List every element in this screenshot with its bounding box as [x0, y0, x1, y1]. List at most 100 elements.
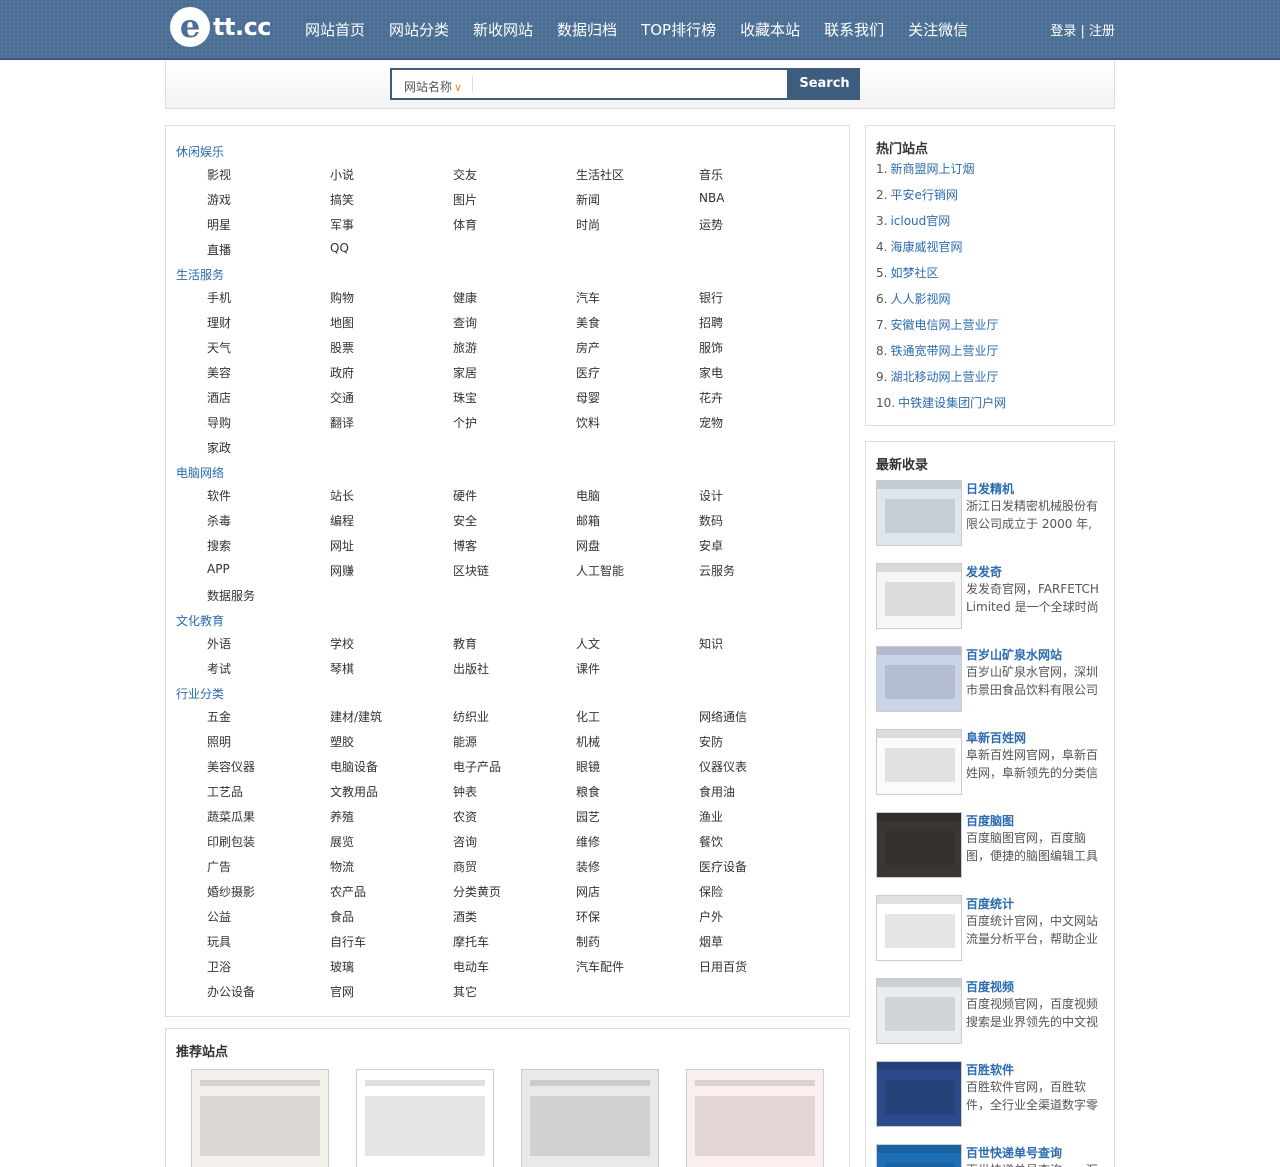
hot-site-link[interactable]: 安徽电信网上营业厅 [890, 318, 998, 332]
category-link[interactable]: 宠物 [699, 414, 723, 431]
category-link[interactable]: 地图 [330, 314, 354, 331]
category-link[interactable]: 电子产品 [453, 758, 501, 775]
recommended-site-thumbnail[interactable] [356, 1069, 494, 1167]
category-link[interactable]: 服饰 [699, 339, 723, 356]
category-link[interactable]: 手机 [207, 289, 231, 306]
category-link[interactable]: 导购 [207, 414, 231, 431]
category-link[interactable]: 农资 [453, 808, 477, 825]
category-link[interactable]: 时尚 [576, 216, 600, 233]
site-thumbnail[interactable] [876, 563, 962, 629]
category-link[interactable]: 博客 [453, 537, 477, 554]
category-link[interactable]: 学校 [330, 635, 354, 652]
category-link[interactable]: 编程 [330, 512, 354, 529]
category-link[interactable]: 个护 [453, 414, 477, 431]
latest-site-title[interactable]: 百世快递单号查询 [966, 1144, 1062, 1161]
category-link[interactable]: 交通 [330, 389, 354, 406]
category-link[interactable]: 安全 [453, 512, 477, 529]
category-link[interactable]: 理财 [207, 314, 231, 331]
category-link[interactable]: 渔业 [699, 808, 723, 825]
category-link[interactable]: 网盘 [576, 537, 600, 554]
category-link[interactable]: 美容 [207, 364, 231, 381]
category-link[interactable]: 塑胶 [330, 733, 354, 750]
category-link[interactable]: 汽车 [576, 289, 600, 306]
category-link[interactable]: 化工 [576, 708, 600, 725]
site-thumbnail[interactable] [876, 1061, 962, 1127]
latest-site-title[interactable]: 发发奇 [966, 563, 1002, 580]
latest-site-title[interactable]: 百胜软件 [966, 1061, 1014, 1078]
category-link[interactable]: 购物 [330, 289, 354, 306]
category-link[interactable]: 食用油 [699, 783, 735, 800]
recommended-site-thumbnail[interactable] [686, 1069, 824, 1167]
category-link[interactable]: 眼镜 [576, 758, 600, 775]
nav-contact[interactable]: 联系我们 [824, 20, 884, 40]
category-link[interactable]: 酒类 [453, 908, 477, 925]
category-link[interactable]: 杀毒 [207, 512, 231, 529]
category-link[interactable]: 能源 [453, 733, 477, 750]
category-link[interactable]: 体育 [453, 216, 477, 233]
category-title[interactable]: 文化教育 [176, 612, 224, 629]
category-link[interactable]: 安卓 [699, 537, 723, 554]
category-link[interactable]: 电脑 [576, 487, 600, 504]
category-link[interactable]: 图片 [453, 191, 477, 208]
hot-site-link[interactable]: 海康威视官网 [890, 240, 962, 254]
category-link[interactable]: 酒店 [207, 389, 231, 406]
category-link[interactable]: 汽车配件 [576, 958, 624, 975]
category-link[interactable]: 婚纱摄影 [207, 883, 255, 900]
category-link[interactable]: 网络通信 [699, 708, 747, 725]
category-link[interactable]: 商贸 [453, 858, 477, 875]
category-link[interactable]: 邮箱 [576, 512, 600, 529]
category-link[interactable]: 明星 [207, 216, 231, 233]
nav-archive[interactable]: 数据归档 [557, 20, 617, 40]
category-link[interactable]: 公益 [207, 908, 231, 925]
category-link[interactable]: QQ [330, 241, 349, 255]
nav-new-sites[interactable]: 新收网站 [473, 20, 533, 40]
category-link[interactable]: 家电 [699, 364, 723, 381]
category-link[interactable]: 保险 [699, 883, 723, 900]
category-link[interactable]: 医疗 [576, 364, 600, 381]
category-link[interactable]: 外语 [207, 635, 231, 652]
recommended-site-thumbnail[interactable] [521, 1069, 659, 1167]
category-link[interactable]: 电动车 [453, 958, 489, 975]
category-link[interactable]: 五金 [207, 708, 231, 725]
nav-bookmark[interactable]: 收藏本站 [740, 20, 800, 40]
category-link[interactable]: 珠宝 [453, 389, 477, 406]
site-thumbnail[interactable] [876, 646, 962, 712]
category-link[interactable]: 数码 [699, 512, 723, 529]
category-link[interactable]: 印刷包装 [207, 833, 255, 850]
category-link[interactable]: APP [207, 562, 230, 576]
category-link[interactable]: 分类黄页 [453, 883, 501, 900]
category-link[interactable]: 设计 [699, 487, 723, 504]
latest-site-title[interactable]: 百度统计 [966, 895, 1014, 912]
category-link[interactable]: 家居 [453, 364, 477, 381]
category-link[interactable]: 小说 [330, 166, 354, 183]
hot-site-link[interactable]: 铁通宽带网上营业厅 [890, 344, 998, 358]
search-button[interactable]: Search [789, 68, 860, 100]
category-link[interactable]: 制药 [576, 933, 600, 950]
category-link[interactable]: 玩具 [207, 933, 231, 950]
site-logo[interactable]: e tt.cc [170, 6, 272, 48]
category-link[interactable]: 摩托车 [453, 933, 489, 950]
hot-site-link[interactable]: 人人影视网 [890, 292, 950, 306]
category-link[interactable]: 机械 [576, 733, 600, 750]
category-link[interactable]: 建材/建筑 [330, 708, 382, 725]
category-link[interactable]: 美容仪器 [207, 758, 255, 775]
category-link[interactable]: 数据服务 [207, 587, 255, 604]
category-link[interactable]: 美食 [576, 314, 600, 331]
category-link[interactable]: 琴棋 [330, 660, 354, 677]
category-link[interactable]: 钟表 [453, 783, 477, 800]
category-link[interactable]: 纺织业 [453, 708, 489, 725]
category-link[interactable]: 运势 [699, 216, 723, 233]
nav-categories[interactable]: 网站分类 [389, 20, 449, 40]
category-link[interactable]: 游戏 [207, 191, 231, 208]
latest-site-title[interactable]: 百岁山矿泉水网站 [966, 646, 1062, 663]
category-link[interactable]: 网店 [576, 883, 600, 900]
category-link[interactable]: 云服务 [699, 562, 735, 579]
category-link[interactable]: 烟草 [699, 933, 723, 950]
category-link[interactable]: 展览 [330, 833, 354, 850]
category-link[interactable]: 维修 [576, 833, 600, 850]
category-title[interactable]: 生活服务 [176, 266, 224, 283]
category-link[interactable]: 出版社 [453, 660, 489, 677]
category-link[interactable]: 工艺品 [207, 783, 243, 800]
category-link[interactable]: 饮料 [576, 414, 600, 431]
hot-site-link[interactable]: 如梦社区 [890, 266, 938, 280]
